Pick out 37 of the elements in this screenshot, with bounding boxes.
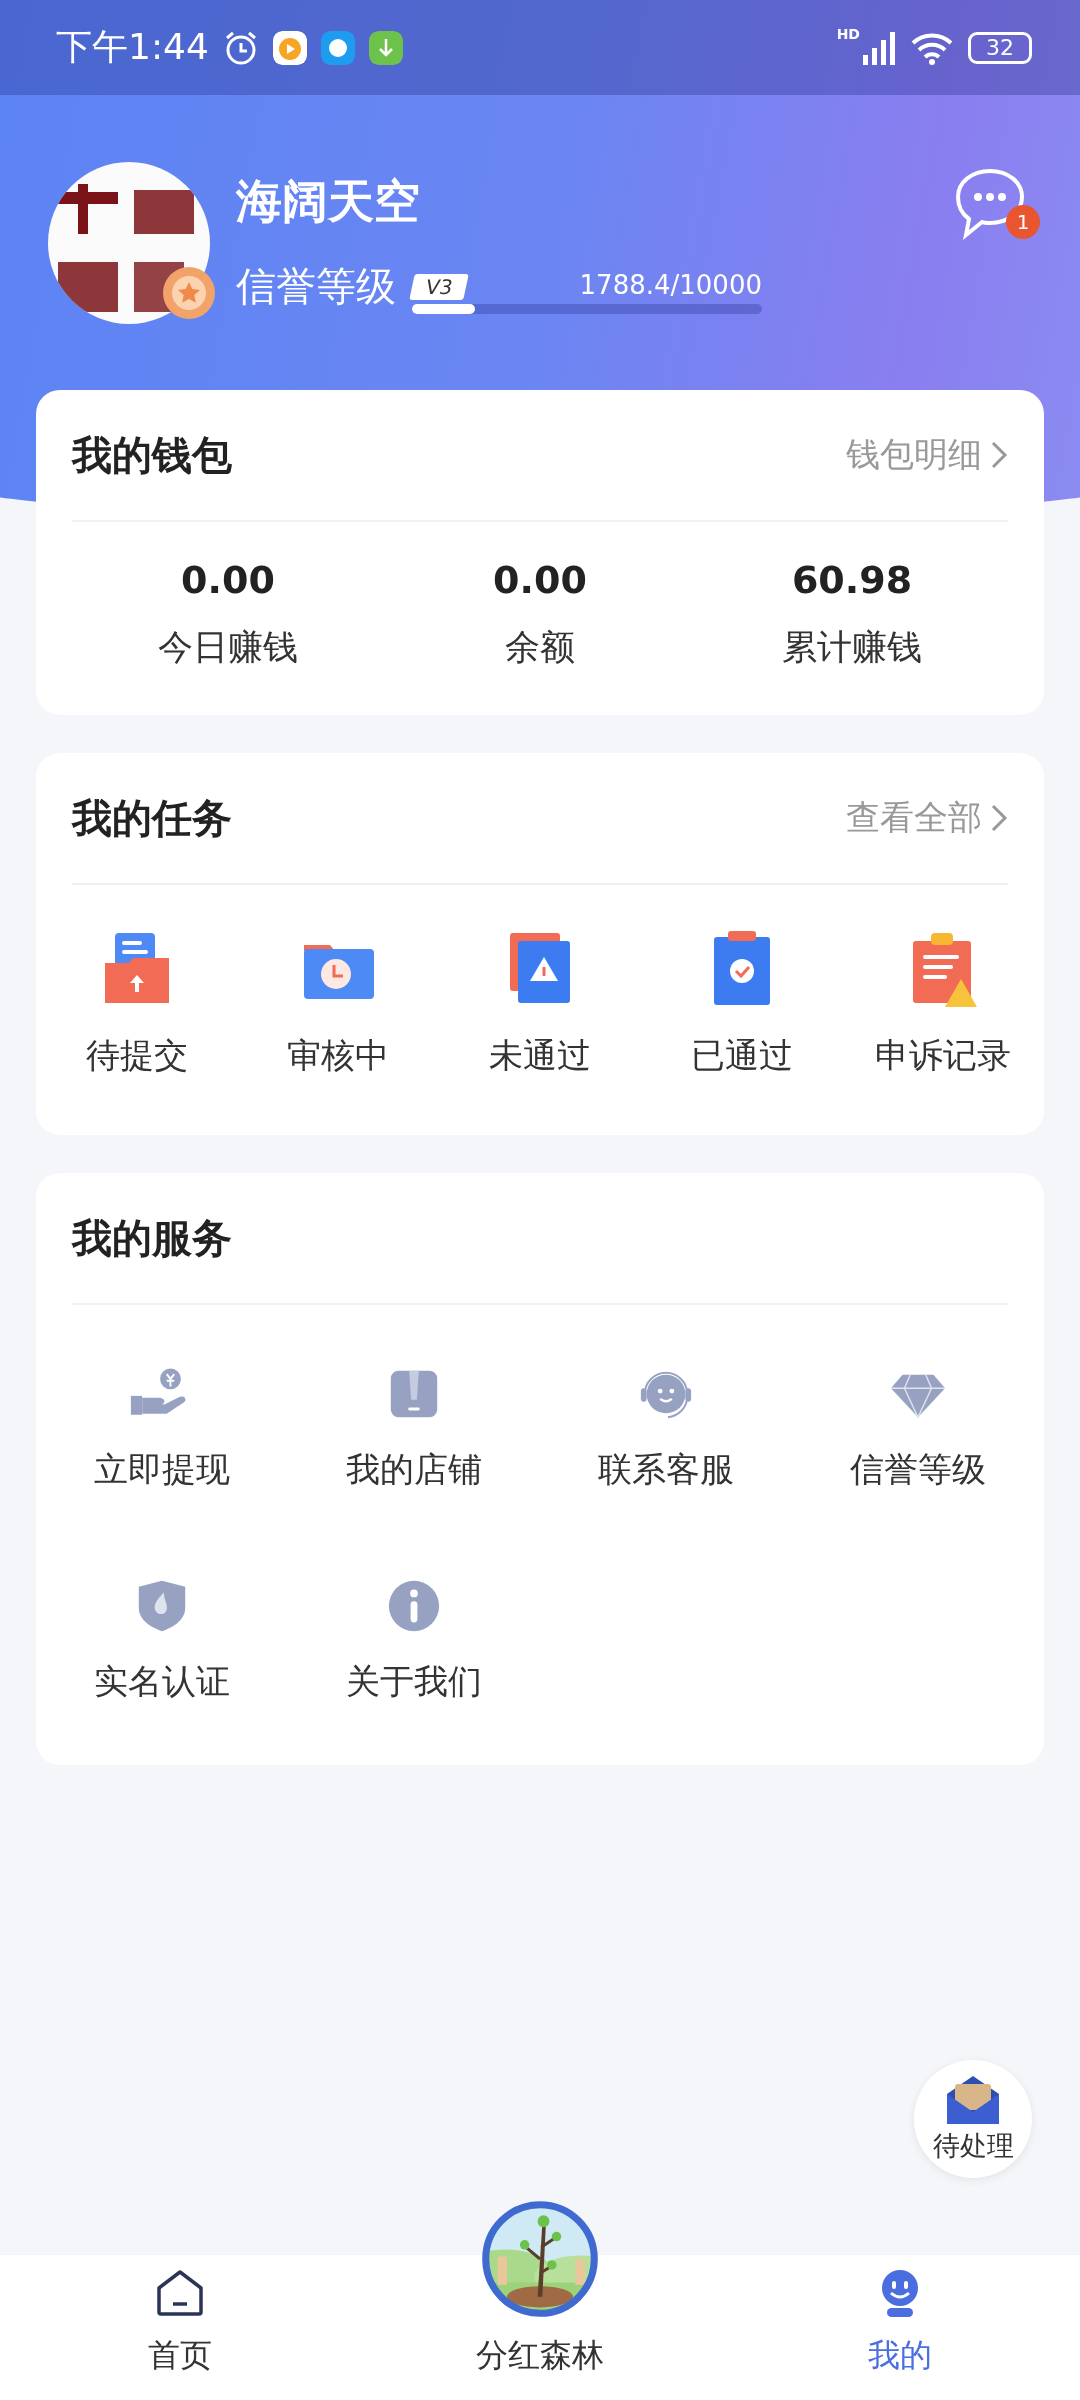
chevron-right-icon [990,803,1008,833]
level-badge: V3 [409,274,470,300]
envelope-icon [945,2074,1001,2126]
service-label[interactable]: 我的店铺 [346,1447,482,1493]
card-title: 我的任务 [72,793,232,843]
signal-icon [862,30,896,65]
stat-value: 0.00 [181,558,275,602]
task-label[interactable]: 未通过 [489,1033,591,1079]
chevron-right-icon [990,440,1008,470]
service-label[interactable]: 立即提现 [94,1447,230,1493]
service-label[interactable]: 联系客服 [598,1447,734,1493]
star-badge-icon [162,265,216,320]
task-label[interactable]: 待提交 [85,1033,188,1079]
card-title: 我的服务 [72,1213,232,1263]
nav-tab[interactable]: 分红森林 [360,2195,720,2400]
stat-value: 0.00 [493,558,587,602]
stat-label: 累计赚钱 [782,626,922,669]
task-label[interactable]: 已通过 [690,1033,793,1079]
pending-button[interactable]: 待处理 [914,2060,1032,2178]
stat-label: 余额 [505,626,575,669]
nav-tab[interactable]: 我的 [720,2195,1080,2400]
home-icon [155,2268,205,2318]
service-label[interactable]: 信誉等级 [850,1447,986,1493]
task-label[interactable]: 申诉记录 [875,1033,1012,1079]
network-label: HD [836,26,860,42]
service-label[interactable]: 实名认证 [94,1659,230,1705]
stat-label: 今日赚钱 [158,626,298,669]
status-time: 下午1:44 [56,25,209,69]
task-label[interactable]: 审核中 [287,1033,390,1079]
credit-label: 信誉等级 [236,262,396,311]
credit-score: 1788.4/10000 [579,270,762,300]
battery-percentage: 32 [986,36,1014,59]
user-name: 海阔天空 [236,173,420,230]
card-title: 我的钱包 [72,430,232,480]
nav-tab[interactable]: 首页 [0,2195,360,2400]
service-label[interactable]: 关于我们 [346,1659,482,1705]
stat-value: 60.98 [791,558,913,602]
